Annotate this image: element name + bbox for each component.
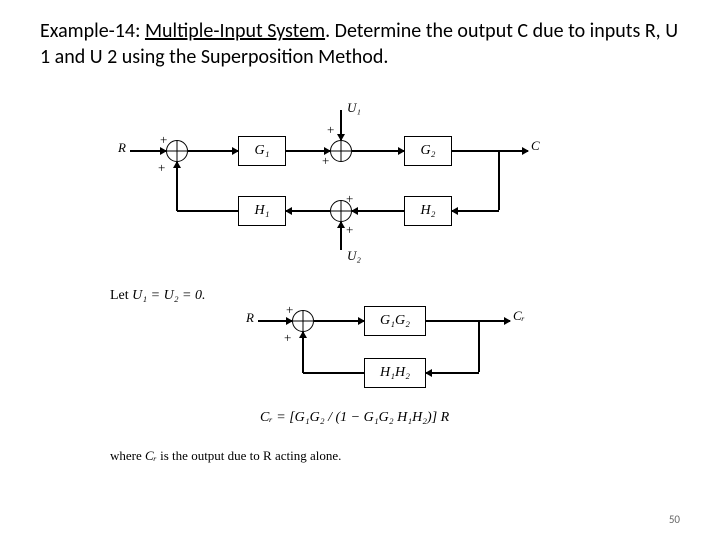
- wire: [303, 372, 364, 374]
- block-H2: H₂: [404, 196, 452, 226]
- wire: [302, 332, 304, 373]
- label-U2: U₂: [347, 248, 361, 264]
- sign-plus: +: [284, 330, 291, 346]
- label-U1: U₁: [347, 100, 361, 116]
- page-number: 50: [669, 513, 680, 526]
- block-H1H2: H₁H₂: [364, 358, 426, 388]
- step-let: Let U₁ = U₂ = 0.: [110, 288, 206, 304]
- sum-2: [330, 140, 352, 162]
- wire: [286, 150, 330, 152]
- wire: [340, 222, 342, 250]
- label-R2: R: [246, 310, 254, 326]
- wire: [352, 210, 404, 212]
- sum-3: [330, 200, 352, 222]
- sign-plus: +: [346, 222, 353, 238]
- wire: [176, 162, 178, 211]
- label-C: C: [531, 138, 540, 154]
- sum-1: [166, 140, 188, 162]
- wire: [426, 372, 479, 374]
- slide-title: Example-14: Multiple-Input System. Deter…: [0, 0, 720, 70]
- caption: where Cᵣ is the output due to R acting a…: [110, 448, 341, 464]
- wire: [340, 110, 342, 140]
- sign-plus: +: [158, 160, 165, 176]
- wire: [258, 320, 292, 322]
- wire: [130, 150, 166, 152]
- label-R: R: [118, 140, 126, 156]
- block-G1: G₁: [238, 136, 286, 166]
- sum-4: [292, 310, 314, 332]
- block-G2: G₂: [404, 136, 452, 166]
- wire: [426, 320, 510, 322]
- wire: [352, 150, 404, 152]
- title-underlined: Multiple-Input System: [145, 19, 325, 43]
- result-formula: Cᵣ = [G₁G₂ / (1 − G₁G₂ H₁H₂)] R: [260, 410, 449, 426]
- sign-plus: +: [322, 153, 329, 169]
- title-prefix: Example-14:: [40, 19, 145, 43]
- wire: [188, 150, 238, 152]
- wire: [314, 320, 364, 322]
- diagram-area: R + + G₁ + U₁ + G₂ C H₂ + + U₂ H₁ Let U₁…: [0, 70, 720, 490]
- wire: [452, 150, 528, 152]
- wire: [498, 150, 500, 210]
- wire: [286, 210, 330, 212]
- block-H1: H₁: [238, 196, 286, 226]
- block-G1G2: G₁G₂: [364, 306, 426, 336]
- sign-plus: +: [327, 122, 334, 138]
- wire: [478, 320, 480, 372]
- wire: [177, 210, 238, 212]
- label-CR: Cᵣ: [513, 308, 525, 324]
- wire: [452, 210, 499, 212]
